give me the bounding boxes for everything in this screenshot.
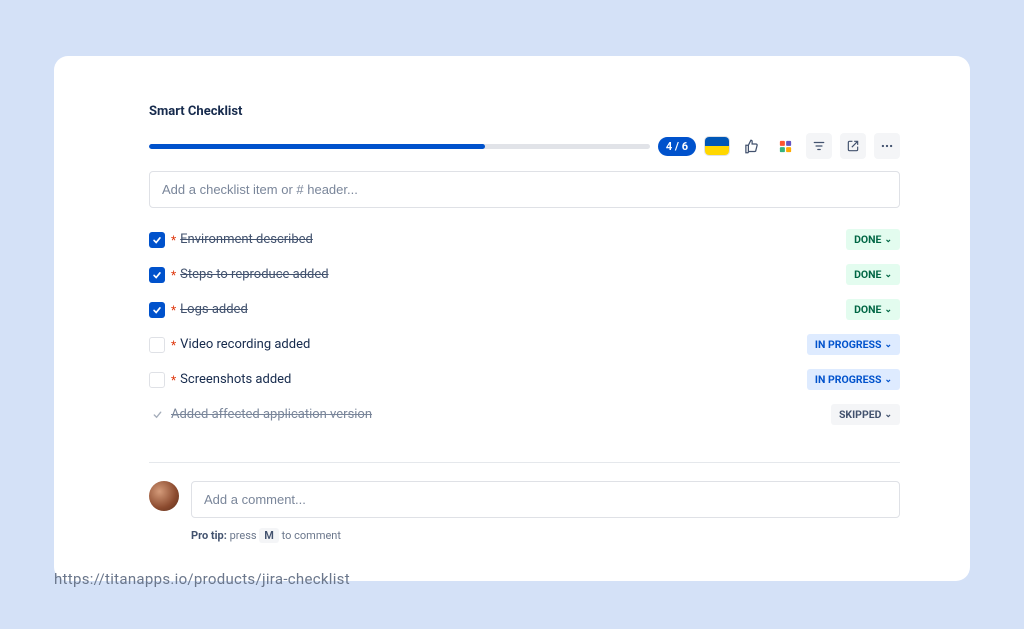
pro-tip-text: Pro tip: press M to comment — [191, 528, 900, 543]
checkbox-checked-icon[interactable] — [149, 232, 165, 248]
chevron-down-icon: ⌄ — [884, 270, 892, 280]
thumbs-up-button[interactable] — [738, 133, 764, 159]
checklist-items: * Environment described DONE⌄ * Steps to… — [149, 222, 900, 432]
ukraine-flag-icon[interactable] — [704, 136, 730, 156]
keyboard-key: M — [259, 528, 279, 543]
chevron-down-icon: ⌄ — [884, 340, 892, 350]
checklist-item[interactable]: * Logs added DONE⌄ — [149, 292, 900, 327]
checklist-item[interactable]: * Video recording added IN PROGRESS⌄ — [149, 327, 900, 362]
required-asterisk: * — [171, 268, 176, 282]
progress-count-badge: 4 / 6 — [658, 137, 696, 156]
required-asterisk: * — [171, 338, 176, 352]
checkbox-unchecked-icon[interactable] — [149, 337, 165, 353]
item-label: Steps to reproduce added — [180, 267, 846, 282]
add-item-input[interactable] — [149, 171, 900, 208]
chevron-down-icon: ⌄ — [884, 410, 892, 420]
status-badge[interactable]: IN PROGRESS⌄ — [807, 369, 900, 390]
checkbox-checked-icon[interactable] — [149, 267, 165, 283]
checkbox-unchecked-icon[interactable] — [149, 372, 165, 388]
status-badge[interactable]: DONE⌄ — [846, 264, 900, 285]
apps-icon-button[interactable] — [772, 133, 798, 159]
source-url-text: https://titanapps.io/products/jira-check… — [54, 570, 350, 588]
open-external-button[interactable] — [840, 133, 866, 159]
comment-input[interactable] — [191, 481, 900, 518]
progress-fill — [149, 144, 485, 149]
panel-title: Smart Checklist — [149, 104, 900, 119]
required-asterisk: * — [171, 303, 176, 317]
status-badge[interactable]: DONE⌄ — [846, 229, 900, 250]
checklist-item[interactable]: * Steps to reproduce added DONE⌄ — [149, 257, 900, 292]
divider — [149, 462, 900, 463]
filter-button[interactable] — [806, 133, 832, 159]
status-badge[interactable]: SKIPPED⌄ — [831, 404, 900, 425]
chevron-down-icon: ⌄ — [884, 305, 892, 315]
checkbox-checked-icon[interactable] — [149, 302, 165, 318]
item-label: Environment described — [180, 232, 846, 247]
checklist-item[interactable]: * Screenshots added IN PROGRESS⌄ — [149, 362, 900, 397]
avatar[interactable] — [149, 481, 179, 511]
more-menu-button[interactable] — [874, 133, 900, 159]
comment-section: Pro tip: press M to comment — [149, 481, 900, 543]
required-asterisk: * — [171, 373, 176, 387]
required-asterisk: * — [171, 233, 176, 247]
chevron-down-icon: ⌄ — [884, 235, 892, 245]
checklist-item[interactable]: Added affected application version SKIPP… — [149, 397, 900, 432]
item-label: Screenshots added — [180, 372, 807, 387]
status-badge[interactable]: IN PROGRESS⌄ — [807, 334, 900, 355]
checkbox-skipped-icon[interactable] — [149, 407, 165, 423]
checklist-item[interactable]: * Environment described DONE⌄ — [149, 222, 900, 257]
status-badge[interactable]: DONE⌄ — [846, 299, 900, 320]
progress-bar — [149, 144, 650, 149]
checklist-card: Smart Checklist 4 / 6 * Environme — [54, 56, 970, 581]
item-label: Logs added — [180, 302, 846, 317]
header-row: 4 / 6 — [149, 133, 900, 159]
item-label: Video recording added — [180, 337, 807, 352]
chevron-down-icon: ⌄ — [884, 375, 892, 385]
item-label: Added affected application version — [171, 407, 831, 422]
